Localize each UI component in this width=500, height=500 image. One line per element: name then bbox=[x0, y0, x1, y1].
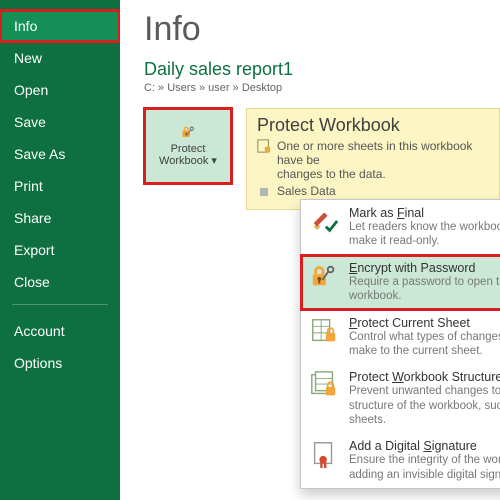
menu-item-add-digital-signature[interactable]: Add a Digital Signature Ensure the integ… bbox=[301, 433, 500, 488]
page-title: Info bbox=[144, 10, 500, 49]
workbook-lock-icon bbox=[309, 370, 339, 400]
protect-workbook-dropdown: Mark as Final Let readers know the workb… bbox=[300, 199, 500, 489]
menu-item-encrypt-with-password[interactable]: Encrypt with Password Require a password… bbox=[301, 255, 500, 310]
sheet-lock-icon bbox=[309, 316, 339, 346]
menu-item-protect-workbook-structure[interactable]: Protect Workbook Structure Prevent unwan… bbox=[301, 364, 500, 433]
bullet-icon bbox=[260, 188, 268, 196]
sidebar-item-close[interactable]: Close bbox=[0, 266, 120, 298]
menu-item-desc: Control what types of changes people can… bbox=[349, 330, 500, 359]
sidebar-item-info[interactable]: Info bbox=[0, 10, 120, 42]
sidebar-item-new[interactable]: New bbox=[0, 42, 120, 74]
menu-item-mark-as-final[interactable]: Mark as Final Let readers know the workb… bbox=[301, 200, 500, 255]
protect-workbook-button-label: Protect Workbook ▾ bbox=[149, 143, 227, 167]
lock-key-icon bbox=[172, 125, 204, 139]
sidebar-item-save[interactable]: Save bbox=[0, 106, 120, 138]
sidebar-item-export[interactable]: Export bbox=[0, 234, 120, 266]
protected-sheet-name: Sales Data bbox=[277, 184, 336, 198]
sidebar-item-options[interactable]: Options bbox=[0, 347, 120, 379]
menu-item-desc: Prevent unwanted changes to the structur… bbox=[349, 384, 500, 427]
menu-item-protect-current-sheet[interactable]: Protect Current Sheet Control what types… bbox=[301, 310, 500, 365]
pencil-check-icon bbox=[309, 206, 339, 236]
sidebar-item-open[interactable]: Open bbox=[0, 74, 120, 106]
menu-item-title: Add a Digital Signature bbox=[349, 439, 500, 453]
menu-item-title: Protect Current Sheet bbox=[349, 316, 500, 330]
protect-workbook-info-desc: One or more sheets in this workbook have… bbox=[277, 139, 489, 181]
sidebar-item-saveas[interactable]: Save As bbox=[0, 138, 120, 170]
lock-key-icon bbox=[309, 261, 339, 291]
ribbon-certificate-icon bbox=[309, 439, 339, 469]
menu-item-title: Encrypt with Password bbox=[349, 261, 500, 275]
protect-workbook-button[interactable]: Protect Workbook ▾ bbox=[144, 108, 232, 184]
menu-item-title: Protect Workbook Structure bbox=[349, 370, 500, 384]
protect-workbook-infobox: Protect Workbook One or more sheets in t… bbox=[246, 108, 500, 210]
menu-item-desc: Ensure the integrity of the workbook by … bbox=[349, 453, 500, 482]
sidebar-item-share[interactable]: Share bbox=[0, 202, 120, 234]
document-title: Daily sales report1 bbox=[144, 59, 500, 80]
menu-item-title: Mark as Final bbox=[349, 206, 500, 220]
sheet-lock-icon bbox=[257, 139, 271, 153]
sidebar-separator bbox=[12, 304, 108, 305]
info-pane: Info Daily sales report1 C: » Users » us… bbox=[120, 0, 500, 500]
menu-item-desc: Require a password to open this workbook… bbox=[349, 275, 500, 304]
document-path: C: » Users » user » Desktop bbox=[144, 82, 500, 94]
backstage-sidebar: Info New Open Save Save As Print Share E… bbox=[0, 0, 120, 500]
protect-workbook-info-title: Protect Workbook bbox=[257, 115, 489, 136]
sidebar-item-print[interactable]: Print bbox=[0, 170, 120, 202]
sidebar-item-account[interactable]: Account bbox=[0, 315, 120, 347]
menu-item-desc: Let readers know the workbook is final a… bbox=[349, 220, 500, 249]
